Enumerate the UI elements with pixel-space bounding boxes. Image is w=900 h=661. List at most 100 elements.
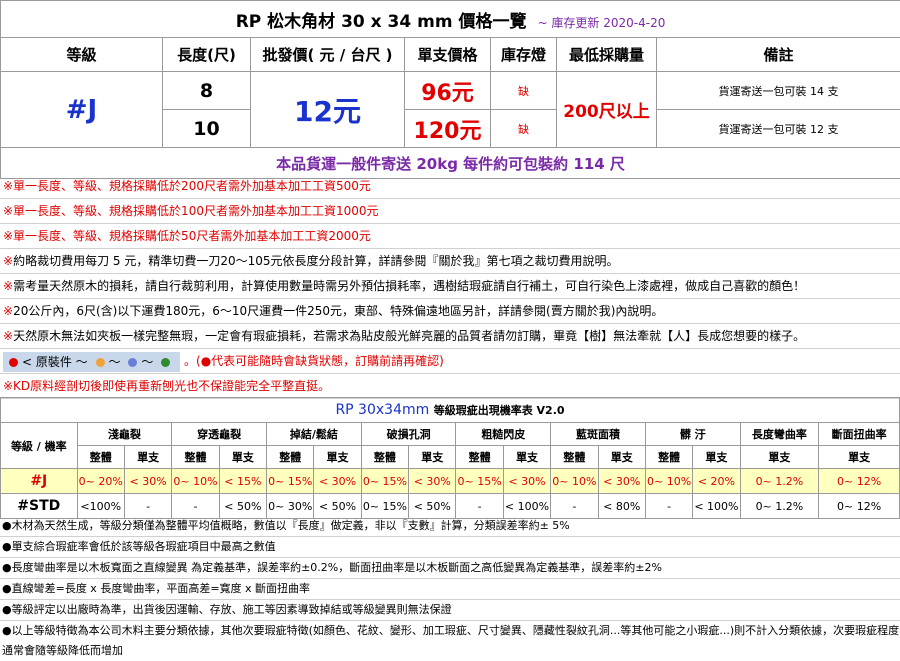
defect-cell: < 15%: [219, 469, 266, 494]
sub-header: 單支: [819, 446, 900, 469]
defect-cell: 0~ 15%: [456, 469, 503, 494]
sub-header: 整體: [361, 446, 408, 469]
note-text: 天然原木無法如夾板一樣完整無瑕，一定會有瑕疵損耗，若需求為貼皮般光鮮亮麗的品質者…: [13, 329, 805, 343]
price-page: RP 松木角材 30 x 34 mm 價格一覽 ~ 庫存更新 2020-4-20…: [0, 0, 900, 659]
grading-note: ●直線彎差=長度 x 長度彎曲率，平面高差=寬度 x 斷面扭曲率: [0, 579, 900, 600]
note-item: ※約略裁切費用每刀 5 元，精準切費一刀20～105元依長度分段計算，詳請參閱『…: [0, 249, 900, 274]
note-item: ※需考量天然原木的損耗，請自行裁剪利用，計算使用數量時需另外預估損耗率，遇樹結瑕…: [0, 274, 900, 299]
sub-header: 單支: [409, 446, 456, 469]
wholesale-price: 12元: [251, 72, 405, 148]
defect-title-main: RP 30x34mm: [335, 402, 429, 418]
unit-price: 120元: [405, 110, 491, 148]
defect-grade: #STD: [1, 494, 78, 519]
legend-sep: ～: [109, 355, 121, 369]
sub-header: 整體: [456, 446, 503, 469]
sub-header: 單支: [598, 446, 645, 469]
legend-note: 。(●代表可能隨時會缺貨狀態，訂購前請再確認): [184, 354, 444, 368]
defect-cell: 0~ 30%: [267, 494, 314, 519]
sub-header: 單支: [503, 446, 550, 469]
defect-cell: -: [551, 494, 598, 519]
defect-cell: < 80%: [598, 494, 645, 519]
defect-cell: 0~ 15%: [361, 494, 408, 519]
remark-cell: 貨運寄送一包可裝 14 支: [657, 72, 900, 110]
defect-cell: -: [645, 494, 692, 519]
row-header: 等級 / 機率: [1, 423, 78, 469]
price-table: RP 松木角材 30 x 34 mm 價格一覽 ~ 庫存更新 2020-4-20…: [0, 0, 900, 179]
defect-sub-header: 整體單支 整體單支 整體單支 整體單支 整體單支 整體單支 整體單支 單支 單支: [1, 446, 900, 469]
defect-group: 髒 汙: [645, 423, 740, 446]
grading-note: ●單支綜合瑕疵率會低於該等級各瑕疵項目中最高之數值: [0, 537, 900, 558]
sub-header: 整體: [267, 446, 314, 469]
defect-cell: <100%: [77, 494, 124, 519]
defect-cell: 0~ 15%: [361, 469, 408, 494]
defect-group-header: 等級 / 機率 淺龜裂 穿透龜裂 掉結/鬆結 破損孔洞 粗糙閃皮 藍斑面積 髒 …: [1, 423, 900, 446]
length-cell: 10: [163, 110, 251, 148]
orange-dot-icon: [96, 358, 105, 367]
note-text: 需考量天然原木的損耗，請自行裁剪利用，計算使用數量時需另外預估損耗率，遇樹結瑕疵…: [13, 279, 805, 293]
header-grade: 等級: [1, 38, 163, 72]
unit-price: 96元: [405, 72, 491, 110]
defect-group: 掉結/鬆結: [267, 423, 362, 446]
product-row: #J 8 12元 96元 缺 200尺以上 貨運寄送一包可裝 14 支: [1, 72, 900, 110]
header-wholesale: 批發價( 元 / 台尺 ): [251, 38, 405, 72]
defect-cell: -: [172, 494, 219, 519]
defect-cell: 0~ 1.2%: [740, 494, 819, 519]
grade-cell: #J: [1, 72, 163, 148]
sub-header: 單支: [219, 446, 266, 469]
kd-note: ※KD原料經剖切後即使再重新刨光也不保證能完全平整直挺。: [0, 374, 900, 399]
defect-group: 藍斑面積: [551, 423, 646, 446]
defect-cell: < 30%: [124, 469, 171, 494]
defect-group: 長度彎曲率: [740, 423, 819, 446]
note-text: 20公斤內，6尺(含)以下運費180元，6～10尺運費一件250元，東部、特殊偏…: [13, 304, 663, 318]
defect-group: 淺龜裂: [77, 423, 172, 446]
grading-note: ●木材為天然生成，等級分類僅為整體平均值概略，數值以『長度』做定義，非以『支數』…: [0, 516, 900, 537]
defect-cell: < 30%: [503, 469, 550, 494]
defect-cell: < 100%: [693, 494, 740, 519]
defect-title: RP 30x34mm 等級瑕疵出現機率表 V2.0: [1, 398, 900, 423]
legend-sep: ～: [141, 355, 153, 369]
defect-group: 斷面扭曲率: [819, 423, 900, 446]
note-text: 約略裁切費用每刀 5 元，精準切費一刀20～105元依長度分段計算，詳請參閱『關…: [13, 254, 618, 268]
defect-cell: -: [124, 494, 171, 519]
defect-cell: < 20%: [693, 469, 740, 494]
defect-cell: < 30%: [409, 469, 456, 494]
length-cell: 8: [163, 72, 251, 110]
sub-header: 單支: [124, 446, 171, 469]
sub-header: 整體: [645, 446, 692, 469]
sub-header: 單支: [740, 446, 819, 469]
note-item: ※單一長度、等級、規格採購低於100尺者需外加基本加工工資1000元: [0, 199, 900, 224]
defect-cell: 0~ 10%: [172, 469, 219, 494]
note-item: ※單一長度、等級、規格採購低於200尺者需外加基本加工工資500元: [0, 174, 900, 199]
grading-note: ●等級評定以出廠時為準，出貨後因運輸、存放、施工等因素導致掉結或等級變異則無法保…: [0, 600, 900, 621]
defect-cell: < 50%: [219, 494, 266, 519]
defect-cell: 0~ 12%: [819, 469, 900, 494]
header-stock: 庫存燈: [491, 38, 557, 72]
defect-cell: < 100%: [503, 494, 550, 519]
defect-row: #J 0~ 20% < 30% 0~ 10% < 15% 0~ 15% < 30…: [1, 469, 900, 494]
sub-header: 整體: [172, 446, 219, 469]
grading-notes: ●木材為天然生成，等級分類僅為整體平均值概略，數值以『長度』做定義，非以『支數』…: [0, 516, 900, 661]
defect-cell: 0~ 12%: [819, 494, 900, 519]
note-item: ※20公斤內，6尺(含)以下運費180元，6～10尺運費一件250元，東部、特殊…: [0, 299, 900, 324]
legend-label: < 原裝件 ～: [22, 355, 88, 369]
header-row: 等級 長度(尺) 批發價( 元 / 台尺 ) 單支價格 庫存燈 最低採購量 備註: [1, 38, 900, 72]
grading-note: ●以上等級特徵為本公司木料主要分類依據，其他次要瑕疵特徵(如顏色、花紋、變形、加…: [0, 621, 900, 661]
blue-dot-icon: [128, 358, 137, 367]
defect-group: 破損孔洞: [361, 423, 456, 446]
defect-cell: -: [456, 494, 503, 519]
sub-header: 整體: [77, 446, 124, 469]
remark-cell: 貨運寄送一包可裝 12 支: [657, 110, 900, 148]
notes-list: ※單一長度、等級、規格採購低於200尺者需外加基本加工工資500元 ※單一長度、…: [0, 174, 900, 399]
defect-cell: 0~ 10%: [645, 469, 692, 494]
header-min-purchase: 最低採購量: [557, 38, 657, 72]
defect-cell: < 30%: [314, 469, 361, 494]
note-item: ※單一長度、等級、規格採購低於50尺者需外加基本加工工資2000元: [0, 224, 900, 249]
stock-status: 缺: [491, 110, 557, 148]
table-title: RP 松木角材 30 x 34 mm 價格一覽 ~ 庫存更新 2020-4-20: [1, 1, 900, 38]
page-title: RP 松木角材 30 x 34 mm 價格一覽: [236, 12, 527, 32]
defect-table: RP 30x34mm 等級瑕疵出現機率表 V2.0 等級 / 機率 淺龜裂 穿透…: [0, 397, 900, 519]
defect-title-suffix: 等級瑕疵出現機率表 V2.0: [434, 404, 565, 417]
sub-header: 單支: [314, 446, 361, 469]
min-purchase: 200尺以上: [557, 72, 657, 148]
defect-group: 穿透龜裂: [172, 423, 267, 446]
